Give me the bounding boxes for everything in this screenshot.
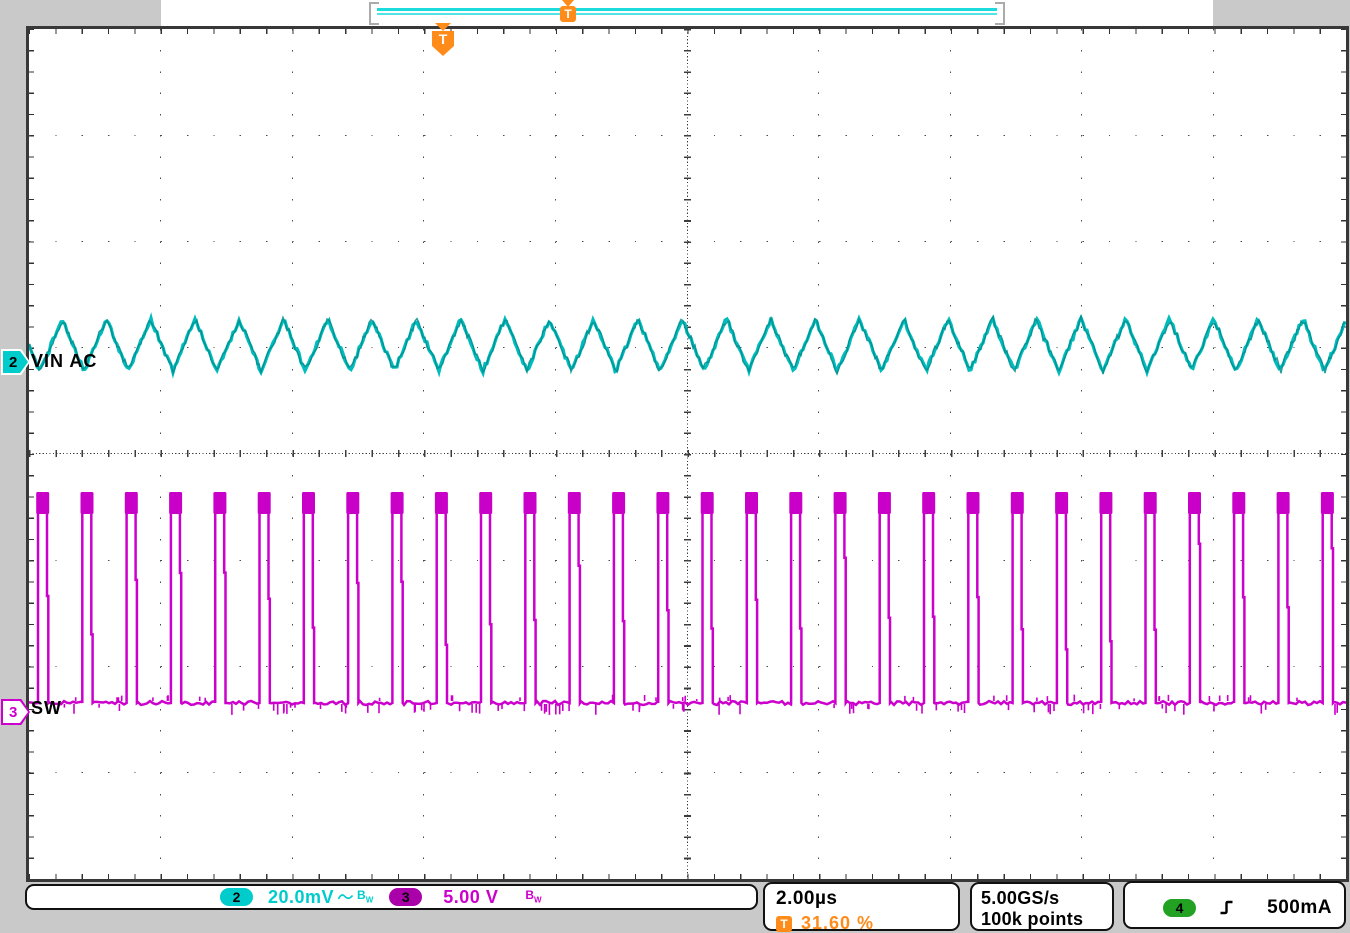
ch3-pulse-top-cap xyxy=(258,492,271,514)
rising-edge-icon xyxy=(1218,899,1235,916)
channel3-marker: 3 xyxy=(1,699,30,725)
trigger-readout-box: 4 500mA xyxy=(1123,881,1346,929)
ch3-pulse-top-cap xyxy=(1055,492,1068,514)
graticule xyxy=(26,26,1349,882)
ch3-pulse-top-cap xyxy=(1321,492,1334,514)
ch2-scale-readout: 20.0mV xyxy=(268,888,334,906)
ch3-pulse-top-cap xyxy=(524,492,537,514)
trigger-level-readout: 500mA xyxy=(1267,897,1332,919)
ch3-pulse-top-cap xyxy=(36,492,49,514)
record-length-readout: 100k points xyxy=(981,909,1112,930)
time-per-division-readout: 2.00µs xyxy=(776,888,958,910)
ch3-pulse-top-cap xyxy=(169,492,182,514)
ch3-pulse-top-cap xyxy=(701,492,714,514)
record-view-waveform-bar xyxy=(377,8,997,11)
ch3-pulse-top-cap xyxy=(435,492,448,514)
ch3-pulse-top-cap xyxy=(878,492,891,514)
ch3-pulse-top-cap xyxy=(1232,492,1245,514)
channel3-marker-number: 3 xyxy=(9,704,17,721)
ch3-pulse-top-cap xyxy=(967,492,980,514)
ch3-pulse-top-cap xyxy=(302,492,315,514)
ch3-pulse-top-cap xyxy=(213,492,226,514)
ch3-scale-readout: 5.00 V xyxy=(443,888,498,906)
ch3-waveform-label: SW xyxy=(31,698,62,719)
ch3-pulse-top-cap xyxy=(745,492,758,514)
ch3-pulse-top-cap xyxy=(656,492,669,514)
ch4-badge: 4 xyxy=(1163,899,1196,917)
ch3-pulse-top-cap xyxy=(1011,492,1024,514)
bw-main: B xyxy=(525,888,534,902)
trigger-position-marker-label: T xyxy=(439,31,448,47)
ch3-pulse-top-cap xyxy=(1277,492,1290,514)
ch2-waveform-label: VIN AC xyxy=(31,351,97,372)
channel2-marker-number: 2 xyxy=(9,354,17,371)
ch3-pulse-top-cap xyxy=(479,492,492,514)
waveform-display xyxy=(29,29,1346,879)
trigger-position-row: T 31.60 % xyxy=(776,913,958,933)
trigger-position-arrow-icon xyxy=(435,23,451,31)
trigger-position-readout: 31.60 % xyxy=(801,913,874,933)
oscilloscope-screen: T T 2 VIN AC 3 SW 2 20.0mV BW 3 xyxy=(0,0,1350,933)
ch3-pulse-top-cap xyxy=(125,492,138,514)
bw-sub: W xyxy=(366,896,374,905)
ch3-pulse-top-cap xyxy=(922,492,935,514)
ch3-pulse-top-cap xyxy=(834,492,847,514)
ch3-pulse-top-cap xyxy=(789,492,802,514)
ch2-badge: 2 xyxy=(220,888,253,906)
bw-main: B xyxy=(357,888,366,902)
ch3-waveform xyxy=(29,493,1346,705)
trigger-chip-icon: T xyxy=(776,916,792,932)
record-trigger-marker-icon: T xyxy=(560,6,576,22)
acquisition-readout-box: 5.00GS/s 100k points xyxy=(970,882,1114,931)
ch3-badge: 3 xyxy=(389,888,422,906)
ch3-pulse-top-cap xyxy=(391,492,404,514)
channel2-marker: 2 xyxy=(1,349,30,375)
sample-rate-readout: 5.00GS/s xyxy=(981,888,1112,909)
record-trigger-marker-label: T xyxy=(564,7,571,21)
ch3-pulse-top-cap xyxy=(612,492,625,514)
ac-coupling-icon xyxy=(337,891,354,903)
ch3-pulse-top-cap xyxy=(568,492,581,514)
channel-readouts-box: 2 20.0mV BW 3 5.00 V BW xyxy=(25,884,758,910)
ch2-bandwidth-badge: BW xyxy=(357,889,373,904)
horizontal-readout-box: 2.00µs T 31.60 % xyxy=(763,882,960,931)
ch3-pulse-top-cap xyxy=(1144,492,1157,514)
ch3-pulse-top-cap xyxy=(1188,492,1201,514)
ch3-pulse-top-cap xyxy=(1099,492,1112,514)
ch2-waveform xyxy=(29,315,1345,374)
ch3-pulse-top-cap xyxy=(346,492,359,514)
record-view-waveform-bar-thin xyxy=(377,13,997,15)
ch3-pulse-top-cap xyxy=(81,492,94,514)
bw-sub: W xyxy=(534,896,542,905)
ch3-bandwidth-badge: BW xyxy=(525,889,541,904)
